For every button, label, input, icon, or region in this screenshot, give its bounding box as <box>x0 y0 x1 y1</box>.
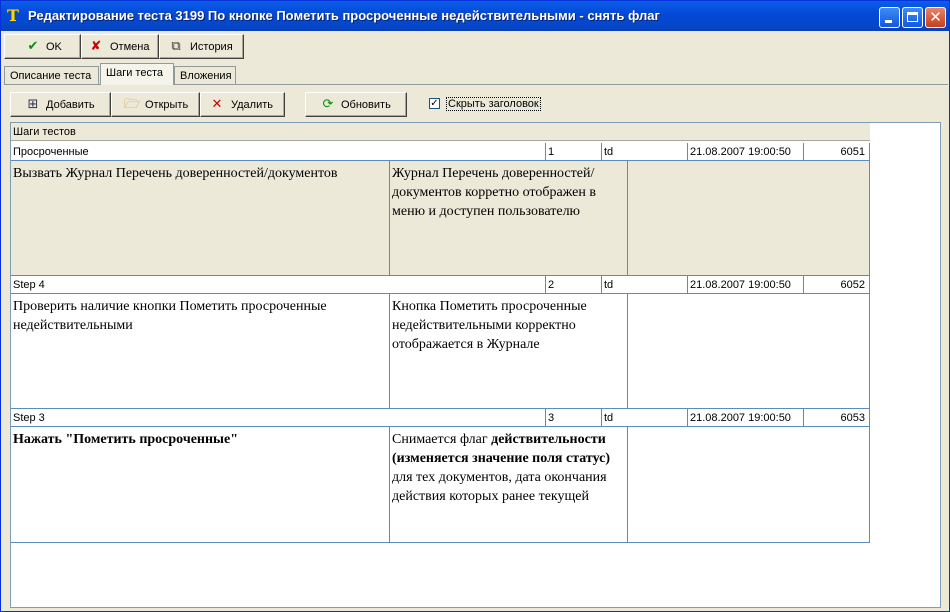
cancel-button[interactable]: ✘ Отмена <box>81 34 159 59</box>
step-id: 6051 <box>804 143 870 161</box>
refresh-button[interactable]: ⟳ Обновить <box>305 92 407 117</box>
step-row-body[interactable]: Нажать "Пометить просроченные" Снимается… <box>11 427 870 543</box>
tab-steps[interactable]: Шаги теста <box>100 63 174 85</box>
checkmark-icon: ✔ <box>27 39 39 54</box>
steps-grid[interactable]: Шаги тестов Просроченные 1 td 21.08.2007… <box>10 122 941 608</box>
app-icon: T <box>7 6 19 25</box>
delete-step-button[interactable]: ✕ Удалить <box>200 92 285 117</box>
open-label: Открыть <box>145 99 189 111</box>
refresh-label: Обновить <box>341 99 391 111</box>
step-empty-cell <box>628 161 870 276</box>
history-label: История <box>190 41 233 53</box>
add-step-button[interactable]: ⊞ Добавить <box>10 92 111 117</box>
history-button[interactable]: ⧉ История <box>159 34 244 59</box>
step-id: 6052 <box>804 276 870 294</box>
step-name: Step 4 <box>11 276 546 294</box>
step-id: 6053 <box>804 409 870 427</box>
step-empty-cell <box>628 294 870 409</box>
step-date: 21.08.2007 19:00:50 <box>688 409 804 427</box>
refresh-icon: ⟳ <box>322 97 334 112</box>
ok-label: OK <box>46 41 62 53</box>
step-empty-cell <box>628 427 870 543</box>
folder-open-icon: 🗁 <box>124 97 141 112</box>
delete-label: Удалить <box>231 99 273 111</box>
close-icon: ✕ <box>929 8 942 26</box>
tab-attachments[interactable]: Вложения <box>174 66 236 84</box>
step-action: Нажать "Пометить просроченные" <box>11 427 390 543</box>
step-type: td <box>602 143 688 161</box>
step-expected: Кнопка Пометить просроченные недействите… <box>390 294 628 409</box>
expected-text-post: для тех документов, дата окончания дейст… <box>392 470 607 504</box>
checkbox-check-icon[interactable]: ✓ <box>429 98 440 109</box>
step-action: Проверить наличие кнопки Пометить просро… <box>11 294 390 409</box>
open-step-button[interactable]: 🗁 Открыть <box>111 92 200 117</box>
app-window: T Редактирование теста 3199 По кнопке По… <box>0 0 950 612</box>
step-date: 21.08.2007 19:00:50 <box>688 143 804 161</box>
maximize-button[interactable] <box>902 7 923 28</box>
ok-button[interactable]: ✔ OK <box>4 34 81 59</box>
add-label: Добавить <box>46 99 95 111</box>
step-expected: Снимается флаг действительности (изменяе… <box>390 427 628 543</box>
tab-description[interactable]: Описание теста <box>4 66 99 84</box>
hide-header-label: Скрыть заголовок <box>446 97 541 111</box>
step-expected: Журнал Перечень доверенностей/документов… <box>390 161 628 276</box>
step-row-body[interactable]: Вызвать Журнал Перечень доверенностей/до… <box>11 161 870 276</box>
grid-header: Шаги тестов <box>11 123 870 141</box>
add-icon: ⊞ <box>27 97 39 112</box>
cancel-label: Отмена <box>110 41 150 53</box>
step-number: 2 <box>546 276 602 294</box>
window-title: Редактирование теста 3199 По кнопке Поме… <box>28 8 660 23</box>
step-type: td <box>602 409 688 427</box>
minimize-icon <box>885 20 892 23</box>
title-bar[interactable]: T Редактирование теста 3199 По кнопке По… <box>1 1 949 31</box>
maximize-icon <box>907 12 918 22</box>
step-name: Step 3 <box>11 409 546 427</box>
step-number: 1 <box>546 143 602 161</box>
step-type: td <box>602 276 688 294</box>
delete-icon: ✕ <box>211 97 223 112</box>
history-icon: ⧉ <box>171 39 181 54</box>
step-action: Вызвать Журнал Перечень доверенностей/до… <box>11 161 390 276</box>
step-name: Просроченные <box>11 143 546 161</box>
expected-text-pre: Снимается флаг <box>392 432 492 447</box>
step-row-body[interactable]: Проверить наличие кнопки Пометить просро… <box>11 294 870 409</box>
step-number: 3 <box>546 409 602 427</box>
cancel-icon: ✘ <box>90 39 102 54</box>
minimize-button[interactable] <box>879 7 900 28</box>
close-button[interactable]: ✕ <box>925 7 946 28</box>
step-date: 21.08.2007 19:00:50 <box>688 276 804 294</box>
